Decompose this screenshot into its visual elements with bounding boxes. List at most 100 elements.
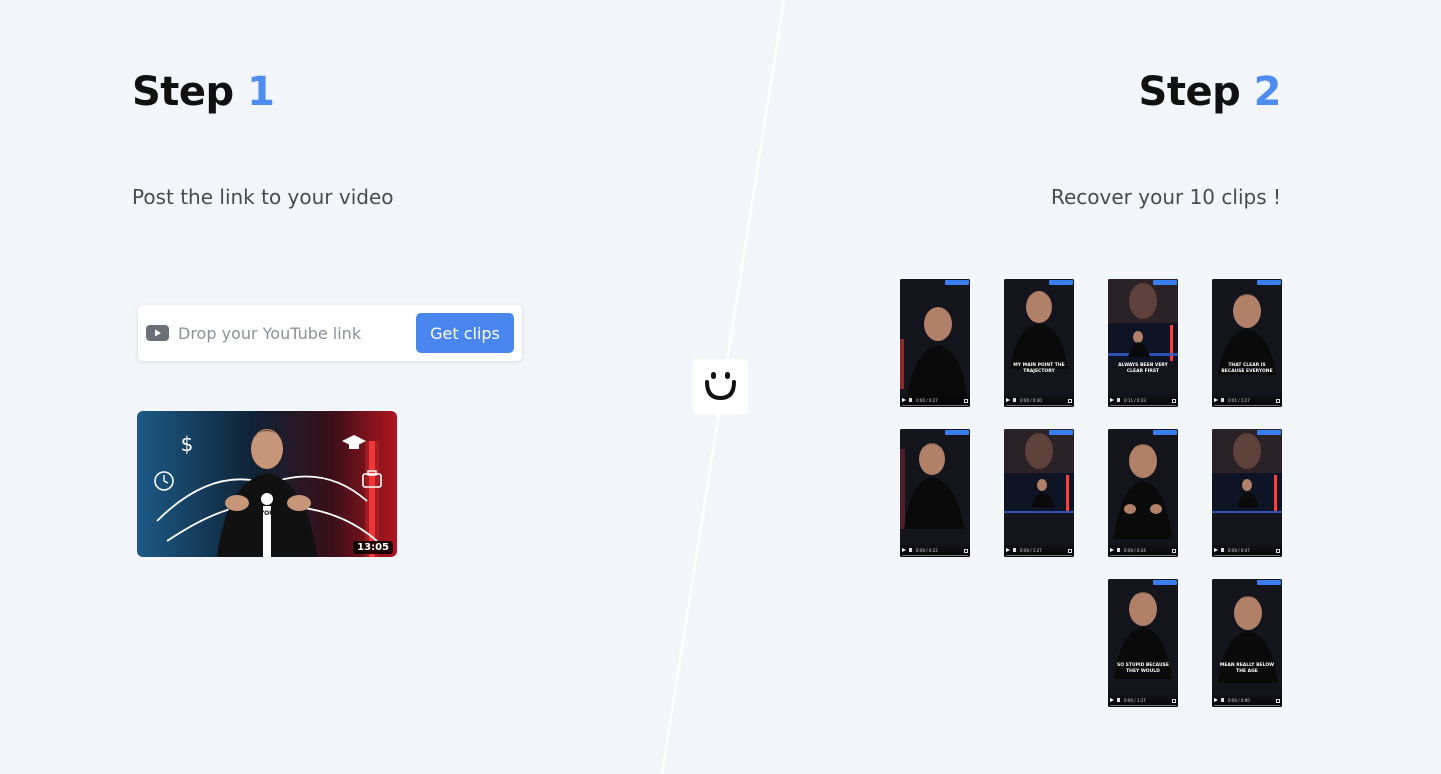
clip-card[interactable]: Mean really below the age 0:00 / 0:00 [1212,579,1282,707]
volume-icon[interactable] [909,548,912,552]
fullscreen-icon[interactable] [964,549,968,553]
play-icon[interactable] [1110,548,1114,552]
fullscreen-icon[interactable] [1276,699,1280,703]
clip-progress-bar[interactable] [1110,405,1176,406]
fullscreen-icon[interactable] [1172,399,1176,403]
clip-progress-bar[interactable] [1110,705,1176,706]
clip-progress-bar[interactable] [902,555,968,556]
volume-icon[interactable] [1221,398,1224,402]
step-1-title: Step 1 [132,66,275,118]
clip-badge [1049,430,1073,435]
clip-badge [1153,280,1177,285]
clip-card[interactable]: 0:00 / 0:22 [900,429,970,557]
clip-player-controls: 0:00 / 1:17 [1108,693,1178,707]
volume-icon[interactable] [1013,548,1016,552]
clip-time: 0:00 / 0:22 [916,548,938,553]
play-icon[interactable] [1110,398,1114,402]
clip-frame [1108,429,1178,557]
clip-caption: My main point the trajectory [1013,363,1065,374]
play-icon[interactable] [1214,698,1218,702]
clip-card[interactable]: My main point the trajectory 0:00 / 0:30 [1004,279,1074,407]
thumbnail-shirt-text: YOU [259,510,274,517]
volume-icon[interactable] [1117,548,1120,552]
clip-frame [1108,579,1178,707]
clip-progress-bar[interactable] [1110,555,1176,556]
youtube-link-form: Get clips [138,305,522,361]
clip-caption: Mean really below the age [1219,663,1275,674]
clip-progress-bar[interactable] [1006,405,1072,406]
clip-badge [1153,430,1177,435]
play-icon[interactable] [1214,398,1218,402]
clip-player-controls: 0:00 / 0:27 [900,393,970,407]
clip-time: 0:00 / 1:27 [1020,548,1042,553]
fullscreen-icon[interactable] [1068,399,1072,403]
smile-logo-icon [705,372,736,401]
clip-player-controls: 0:00 / 0:47 [1212,543,1282,557]
clip-player-controls: 0:00 / 0:22 [900,543,970,557]
step-2-title: Step 2 [1138,66,1282,118]
clip-caption: That clear is because everyone [1221,363,1273,374]
clip-progress-bar[interactable] [1214,405,1280,406]
clip-player-controls: 0:00 / 0:24 [1108,543,1178,557]
clip-progress-bar[interactable] [902,405,968,406]
clip-card[interactable]: 0:00 / 1:27 [1004,429,1074,557]
volume-icon[interactable] [1013,398,1016,402]
clip-caption: So stupid because they would [1117,663,1169,674]
step-1-number: 1 [247,69,275,115]
clip-progress-bar[interactable] [1214,555,1280,556]
play-icon[interactable] [1110,698,1114,702]
clip-card[interactable]: 0:00 / 0:47 [1212,429,1282,557]
app-logo [693,359,748,414]
clip-caption: Always been very clear first [1118,363,1168,374]
step-2-number: 2 [1253,69,1282,115]
fullscreen-icon[interactable] [964,399,968,403]
clip-player-controls: 0:11 / 0:33 [1108,393,1178,407]
step-1-word: Step [132,69,234,115]
fullscreen-icon[interactable] [1276,399,1280,403]
step-2-word: Step [1138,69,1241,115]
clip-card[interactable]: 0:00 / 0:24 [1108,429,1178,557]
clip-progress-bar[interactable] [1214,705,1280,706]
volume-icon[interactable] [1117,398,1120,402]
fullscreen-icon[interactable] [1172,549,1176,553]
play-icon[interactable] [1006,398,1010,402]
volume-icon[interactable] [1117,698,1120,702]
clip-time: 0:00 / 1:17 [1124,698,1146,703]
thumbnail-artwork: YOU $ [137,411,397,557]
clip-badge [1257,580,1281,585]
fullscreen-icon[interactable] [1172,699,1176,703]
youtube-link-input[interactable] [178,319,408,347]
clip-card[interactable]: So stupid because they would 0:00 / 1:17 [1108,579,1178,707]
play-icon[interactable] [1006,548,1010,552]
clip-badge [945,280,969,285]
youtube-icon [146,325,169,341]
clip-player-controls: 0:01 / 1:27 [1212,393,1282,407]
clip-card[interactable]: That clear is because everyone 0:01 / 1:… [1212,279,1282,407]
play-icon[interactable] [1214,548,1218,552]
clip-time: 0:00 / 0:24 [1124,548,1146,553]
clip-badge [1257,280,1281,285]
clip-time: 0:00 / 0:27 [916,398,938,403]
volume-icon[interactable] [909,398,912,402]
clip-time: 0:01 / 1:27 [1228,398,1250,403]
fullscreen-icon[interactable] [1276,549,1280,553]
fullscreen-icon[interactable] [1068,549,1072,553]
clip-player-controls: 0:00 / 0:30 [1004,393,1074,407]
clip-frame [1004,279,1074,407]
volume-icon[interactable] [1221,548,1224,552]
play-icon[interactable] [902,398,906,402]
clip-progress-bar[interactable] [1006,555,1072,556]
clip-player-controls: 0:00 / 1:27 [1004,543,1074,557]
clip-time: 0:00 / 0:47 [1228,548,1250,553]
play-icon[interactable] [902,548,906,552]
clip-frame [1108,279,1178,407]
clip-card[interactable]: 0:00 / 0:27 [900,279,970,407]
clip-player-controls: 0:00 / 0:00 [1212,693,1282,707]
clip-card[interactable]: Always been very clear first 0:11 / 0:33 [1108,279,1178,407]
video-thumbnail[interactable]: YOU $ 13:05 [137,411,397,557]
get-clips-button[interactable]: Get clips [416,313,514,353]
clip-badge [1153,580,1177,585]
clip-frame [900,429,970,557]
clip-badge [1257,430,1281,435]
volume-icon[interactable] [1221,698,1224,702]
